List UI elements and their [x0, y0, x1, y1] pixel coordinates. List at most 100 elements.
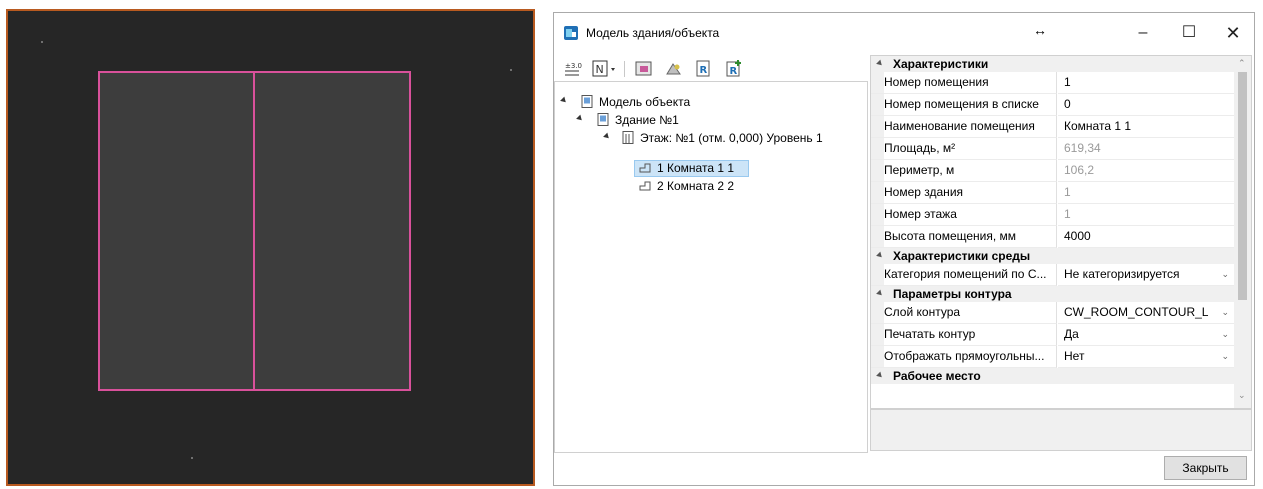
maximize-button[interactable]: ☐ — [1174, 21, 1204, 45]
collapse-icon[interactable] — [876, 251, 884, 260]
category-environment[interactable]: Характеристики среды — [871, 248, 1235, 264]
svg-text:R: R — [730, 66, 738, 77]
expand-icon[interactable] — [576, 114, 584, 123]
scrollbar-thumb[interactable] — [1238, 72, 1247, 300]
property-row[interactable]: Номер помещения 1 — [871, 72, 1235, 94]
category-contour[interactable]: Параметры контура — [871, 286, 1235, 302]
row-gutter — [871, 116, 884, 137]
property-dropdown[interactable]: Да ⌄ — [1058, 324, 1235, 346]
row-gutter — [871, 204, 884, 225]
category-characteristics[interactable]: Характеристики — [871, 56, 1235, 72]
property-dropdown[interactable]: Не категоризируется ⌄ — [1058, 264, 1235, 286]
property-row[interactable]: Слой контура CW_ROOM_CONTOUR_L ⌄ — [871, 302, 1235, 324]
property-name: Наименование помещения — [884, 119, 1035, 133]
description-panel — [870, 409, 1252, 451]
minimize-button[interactable]: – — [1128, 21, 1158, 45]
row-gutter — [871, 138, 884, 159]
property-row[interactable]: Номер помещения в списке 0 — [871, 94, 1235, 116]
category-label: Характеристики среды — [893, 249, 1031, 263]
grid-point — [191, 457, 193, 459]
row-gutter — [871, 160, 884, 181]
elevation-icon[interactable]: ±3.0 — [562, 59, 582, 79]
report-add-icon[interactable]: R — [724, 59, 744, 79]
collapse-icon[interactable] — [876, 289, 884, 298]
grid-point — [41, 41, 43, 43]
tree-node-label: Этаж: №1 (отм. 0,000) Уровень 1 — [640, 131, 823, 145]
property-name: Отображать прямоугольны... — [884, 349, 1045, 363]
category-workplace[interactable]: Рабочее место — [871, 368, 1235, 384]
property-row[interactable]: Наименование помещения Комната 1 1 — [871, 116, 1235, 138]
dropdown-value: Не категоризируется — [1064, 267, 1180, 281]
property-row[interactable]: Высота помещения, мм 4000 — [871, 226, 1235, 248]
property-row[interactable]: Номер здания 1 — [871, 182, 1235, 204]
property-name: Слой контура — [884, 305, 961, 319]
close-button[interactable]: Закрыть — [1164, 456, 1247, 480]
grid-point — [510, 69, 512, 71]
svg-text:±3.0: ±3.0 — [565, 62, 582, 70]
property-value[interactable]: 0 — [1058, 94, 1235, 116]
property-value: 106,2 — [1058, 160, 1235, 182]
property-value[interactable]: 1 — [1058, 72, 1235, 94]
property-grid[interactable]: Характеристики Номер помещения 1 Номер п… — [870, 55, 1252, 409]
cad-viewport[interactable] — [0, 0, 541, 489]
property-dropdown[interactable]: CW_ROOM_CONTOUR_L ⌄ — [1058, 302, 1235, 324]
chevron-down-icon[interactable]: ⌄ — [1221, 346, 1229, 367]
collapse-icon[interactable] — [876, 59, 884, 68]
title-bar[interactable]: Модель здания/объекта ↔ – ☐ ✕ — [554, 13, 1254, 53]
scroll-up-icon[interactable]: ⌃ — [1238, 58, 1246, 69]
close-window-button[interactable]: ✕ — [1218, 21, 1248, 45]
tree-node-room-1[interactable]: 1 Комната 1 1 — [639, 160, 749, 176]
dropdown-value: CW_ROOM_CONTOUR_L — [1064, 305, 1209, 319]
property-name: Номер помещения — [884, 75, 989, 89]
expand-icon[interactable] — [560, 96, 568, 105]
tree-node-floor[interactable]: Этаж: №1 (отм. 0,000) Уровень 1 — [602, 130, 862, 146]
vertical-scrollbar[interactable]: ⌃ ⌄ — [1234, 56, 1251, 408]
property-row[interactable]: Номер этажа 1 — [871, 204, 1235, 226]
property-value[interactable]: 4000 — [1058, 226, 1235, 248]
svg-text:N: N — [596, 63, 604, 76]
property-name: Категория помещений по С... — [884, 267, 1047, 281]
building-model-dialog: Модель здания/объекта ↔ – ☐ ✕ ±3.0 N R R… — [553, 12, 1255, 486]
property-row[interactable]: Площадь, м² 619,34 — [871, 138, 1235, 160]
property-row[interactable]: Категория помещений по С... Не категориз… — [871, 264, 1235, 286]
render-icon[interactable] — [664, 59, 684, 79]
room-icon — [639, 163, 651, 173]
chevron-down-icon[interactable]: ⌄ — [1221, 264, 1229, 285]
tree-node-label: 2 Комната 2 2 — [657, 179, 735, 193]
scroll-down-icon[interactable]: ⌄ — [1238, 390, 1246, 401]
drawing-area[interactable] — [6, 9, 535, 486]
property-name: Высота помещения, мм — [884, 229, 1017, 243]
property-row[interactable]: Печатать контур Да ⌄ — [871, 324, 1235, 346]
expand-icon[interactable] — [603, 132, 611, 141]
room-1-outline[interactable] — [98, 71, 255, 391]
room-icon[interactable] — [634, 59, 654, 79]
property-name: Номер здания — [884, 185, 964, 199]
model-icon — [581, 95, 593, 108]
property-dropdown[interactable]: Нет ⌄ — [1058, 346, 1235, 368]
tree-node-model[interactable]: Модель объекта — [559, 94, 759, 110]
property-name: Периметр, м — [884, 163, 955, 177]
tree-node-label: Здание №1 — [615, 113, 679, 127]
tree-node-room-2[interactable]: 2 Комната 2 2 — [639, 178, 749, 194]
resize-icon[interactable]: ↔ — [1033, 22, 1047, 38]
collapse-icon[interactable] — [876, 371, 884, 380]
report-icon[interactable]: R — [694, 59, 714, 79]
chevron-down-icon[interactable]: ⌄ — [1221, 324, 1229, 345]
category-label: Параметры контура — [893, 287, 1012, 301]
chevron-down-icon[interactable]: ⌄ — [1221, 302, 1229, 323]
property-row[interactable]: Отображать прямоугольны... Нет ⌄ — [871, 346, 1235, 368]
room-2-outline[interactable] — [253, 71, 411, 391]
tree-node-building[interactable]: Здание №1 — [575, 112, 775, 128]
room-icon — [639, 181, 651, 191]
numbering-icon[interactable]: N — [592, 59, 618, 79]
building-tree[interactable]: Модель объекта Здание №1 Этаж: №1 (отм. … — [554, 81, 868, 453]
category-label: Характеристики — [893, 57, 989, 71]
property-row[interactable]: Периметр, м 106,2 — [871, 160, 1235, 182]
dropdown-value: Да — [1064, 327, 1079, 341]
property-name: Печатать контур — [884, 327, 976, 341]
property-name: Номер этажа — [884, 207, 957, 221]
building-icon — [597, 113, 609, 126]
property-name: Номер помещения в списке — [884, 97, 1039, 111]
row-gutter — [871, 226, 884, 247]
property-value[interactable]: Комната 1 1 — [1058, 116, 1235, 138]
